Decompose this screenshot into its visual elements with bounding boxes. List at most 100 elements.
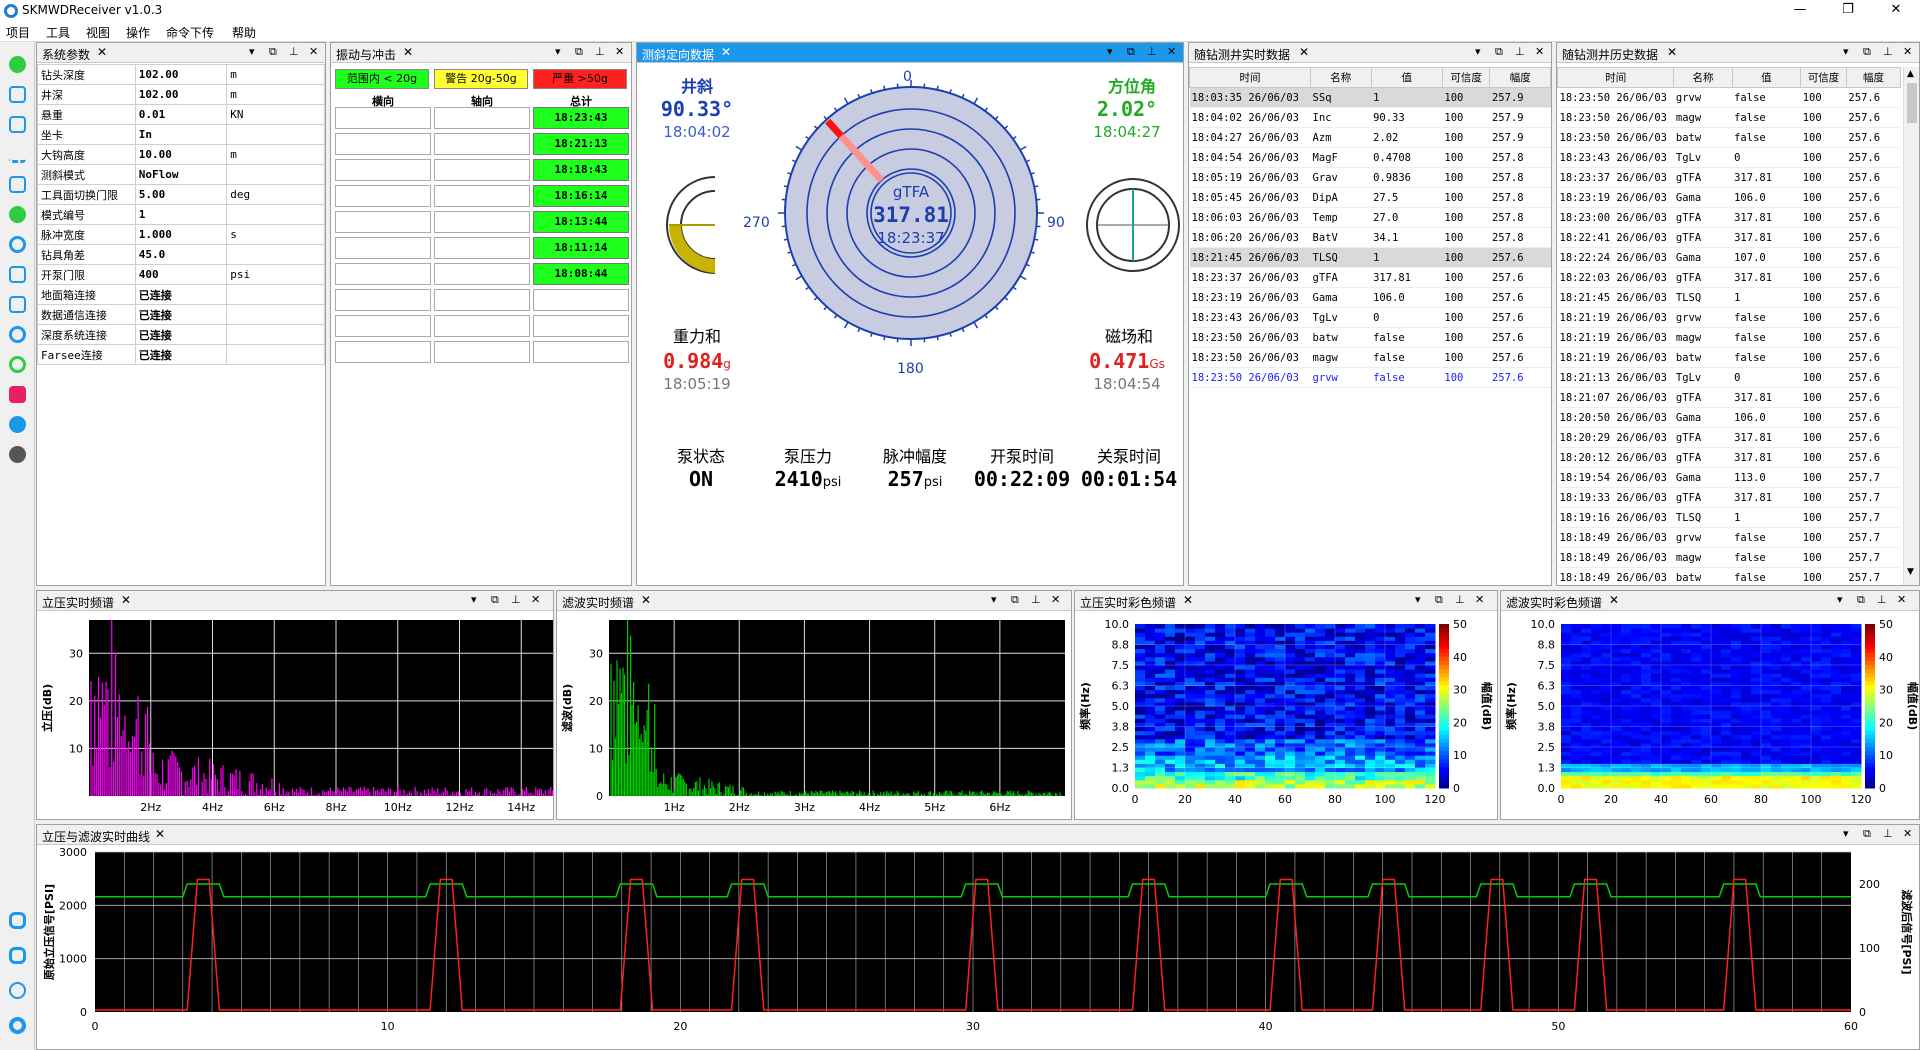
close-icon[interactable]: ✕: [1903, 827, 1912, 840]
close-icon[interactable]: ✕: [1535, 45, 1544, 58]
column-header[interactable]: 名称: [1673, 67, 1733, 88]
table-row[interactable]: 18:06:03 26/06/03 Temp 27.0 100 257.8: [1189, 207, 1551, 228]
close-tab-icon[interactable]: ✕: [1299, 45, 1309, 59]
table-row[interactable]: 18:19:16 26/06/03 TLSQ 1 100 257.7: [1557, 507, 1901, 528]
table-row[interactable]: 18:23:43 26/06/03 TgLv 0 100 257.6: [1189, 307, 1551, 328]
close-tab-icon[interactable]: ✕: [97, 45, 107, 59]
float-icon[interactable]: ⧉: [1863, 827, 1871, 841]
close-tab-icon[interactable]: ✕: [1609, 593, 1619, 607]
pin-icon[interactable]: ⊥: [1515, 45, 1525, 58]
settings-icon[interactable]: [9, 56, 26, 73]
table-row[interactable]: 18:21:07 26/06/03 gTFA 317.81 100 257.6: [1557, 387, 1901, 408]
float-icon[interactable]: ⧉: [1863, 45, 1871, 59]
table-row[interactable]: 18:19:54 26/06/03 Gama 113.0 100 257.7: [1557, 467, 1901, 488]
table-row[interactable]: 18:21:19 26/06/03 batw false 100 257.6: [1557, 347, 1901, 368]
eye-icon-2[interactable]: [9, 1017, 26, 1034]
table-row[interactable]: 18:22:03 26/06/03 gTFA 317.81 100 257.6: [1557, 267, 1901, 288]
close-tab-icon[interactable]: ✕: [1667, 45, 1677, 59]
column-header[interactable]: 可信度: [1800, 67, 1847, 88]
chain-icon[interactable]: [9, 912, 26, 929]
table-row[interactable]: 18:23:50 26/06/03 grvw false 100 257.6: [1557, 87, 1901, 108]
dropdown-icon[interactable]: ▾: [1415, 593, 1421, 606]
column-header[interactable]: 时间: [1556, 67, 1675, 88]
dropdown-icon[interactable]: ▾: [249, 45, 255, 58]
param-row[interactable]: 深度系统连接 已连接: [37, 324, 325, 345]
refresh-icon[interactable]: [9, 356, 26, 373]
stop-icon[interactable]: [9, 386, 26, 403]
column-header[interactable]: 时间: [1188, 67, 1312, 88]
dropdown-icon[interactable]: ▾: [1107, 45, 1113, 58]
crosshair-icon[interactable]: [9, 982, 26, 999]
dropdown-icon[interactable]: ▾: [1475, 45, 1481, 58]
table-row[interactable]: 18:22:24 26/06/03 Gama 107.0 100 257.6: [1557, 247, 1901, 268]
dropdown-icon[interactable]: ▾: [1837, 593, 1843, 606]
vertical-scrollbar[interactable]: ▲ ▼: [1903, 67, 1919, 585]
scroll-up-icon[interactable]: ▲: [1907, 69, 1914, 79]
table-row[interactable]: 18:21:45 26/06/03 TLSQ 1 100 257.6: [1189, 247, 1551, 268]
column-header[interactable]: 值: [1731, 67, 1802, 88]
table-row[interactable]: 18:23:50 26/06/03 batw false 100 257.6: [1189, 327, 1551, 348]
pin-icon[interactable]: ⊥: [1147, 45, 1157, 58]
close-icon[interactable]: ✕: [1051, 593, 1060, 606]
pin-icon[interactable]: ⊥: [289, 45, 299, 58]
param-row[interactable]: 钻具角差 45.0: [37, 244, 325, 265]
float-icon[interactable]: ⧉: [1435, 593, 1443, 607]
float-icon[interactable]: ⧉: [491, 593, 499, 607]
table-row[interactable]: 18:23:19 26/06/03 Gama 106.0 100 257.6: [1189, 287, 1551, 308]
menu-view[interactable]: 视图: [86, 24, 110, 41]
menu-command[interactable]: 命令下传: [166, 24, 214, 41]
table-row[interactable]: 18:06:20 26/06/03 BatV 34.1 100 257.8: [1189, 227, 1551, 248]
param-row[interactable]: 脉冲宽度 1.000 s: [37, 224, 325, 245]
param-row[interactable]: 测斜模式 NoFlow: [37, 164, 325, 185]
pin-icon[interactable]: ⊥: [1455, 593, 1465, 606]
pin-icon[interactable]: ⊥: [1031, 593, 1041, 606]
table-row[interactable]: 18:04:54 26/06/03 MagF 0.4708 100 257.8: [1189, 147, 1551, 168]
link-icon[interactable]: [9, 296, 26, 313]
close-tab-icon[interactable]: ✕: [641, 593, 651, 607]
eye-icon[interactable]: [9, 236, 26, 253]
table-row[interactable]: 18:18:49 26/06/03 magw false 100 257.7: [1557, 547, 1901, 568]
menu-tools[interactable]: 工具: [46, 24, 70, 41]
table-row[interactable]: 18:23:37 26/06/03 gTFA 317.81 100 257.6: [1557, 167, 1901, 188]
close-icon[interactable]: ✕: [615, 45, 624, 58]
table-row[interactable]: 18:23:00 26/06/03 gTFA 317.81 100 257.6: [1557, 207, 1901, 228]
table-row[interactable]: 18:21:19 26/06/03 grvw false 100 257.6: [1557, 307, 1901, 328]
close-tab-icon[interactable]: ✕: [403, 45, 413, 59]
table-row[interactable]: 18:18:49 26/06/03 grvw false 100 257.7: [1557, 527, 1901, 548]
wave-icon[interactable]: [9, 146, 26, 163]
param-row[interactable]: 地面箱连接 已连接: [37, 284, 325, 305]
pin-icon[interactable]: ⊥: [595, 45, 605, 58]
globe-icon[interactable]: [9, 446, 26, 463]
export-icon[interactable]: [9, 176, 26, 193]
info-icon[interactable]: [9, 416, 26, 433]
float-icon[interactable]: ⧉: [575, 45, 583, 59]
table-row[interactable]: 18:05:45 26/06/03 DipA 27.5 100 257.8: [1189, 187, 1551, 208]
pin-icon[interactable]: ⊥: [511, 593, 521, 606]
table-row[interactable]: 18:03:35 26/06/03 SSq 1 100 257.9: [1189, 87, 1551, 108]
close-icon[interactable]: ✕: [1903, 45, 1912, 58]
table-row[interactable]: 18:20:50 26/06/03 Gama 106.0 100 257.6: [1557, 407, 1901, 428]
param-row[interactable]: 坐卡 In: [37, 124, 325, 145]
table-row[interactable]: 18:22:41 26/06/03 gTFA 317.81 100 257.6: [1557, 227, 1901, 248]
param-row[interactable]: 数据通信连接 已连接: [37, 304, 325, 325]
close-button[interactable]: ✕: [1876, 2, 1916, 17]
param-row[interactable]: Farsee连接 已连接: [37, 344, 325, 365]
pin-icon[interactable]: ⊥: [1883, 827, 1893, 840]
column-header[interactable]: 幅度: [1845, 67, 1902, 88]
column-header[interactable]: 可信度: [1441, 67, 1491, 88]
pin-icon[interactable]: ⊥: [1883, 45, 1893, 58]
table-row[interactable]: 18:04:02 26/06/03 Inc 90.33 100 257.9: [1189, 107, 1551, 128]
dropdown-icon[interactable]: ▾: [555, 45, 561, 58]
table-row[interactable]: 18:05:19 26/06/03 Grav 0.9836 100 257.8: [1189, 167, 1551, 188]
close-tab-icon[interactable]: ✕: [1183, 593, 1193, 607]
column-header[interactable]: 值: [1370, 67, 1443, 88]
table-row[interactable]: 18:20:12 26/06/03 gTFA 317.81 100 257.6: [1557, 447, 1901, 468]
float-icon[interactable]: ⧉: [1127, 45, 1135, 59]
dropdown-icon[interactable]: ▾: [1843, 45, 1849, 58]
document-icon[interactable]: [9, 116, 26, 133]
menu-project[interactable]: 项目: [6, 24, 30, 41]
menu-help[interactable]: 帮助: [232, 24, 256, 41]
table-row[interactable]: 18:23:50 26/06/03 batw false 100 257.6: [1557, 127, 1901, 148]
minimize-button[interactable]: —: [1780, 2, 1820, 17]
gauge-icon[interactable]: [9, 206, 26, 223]
